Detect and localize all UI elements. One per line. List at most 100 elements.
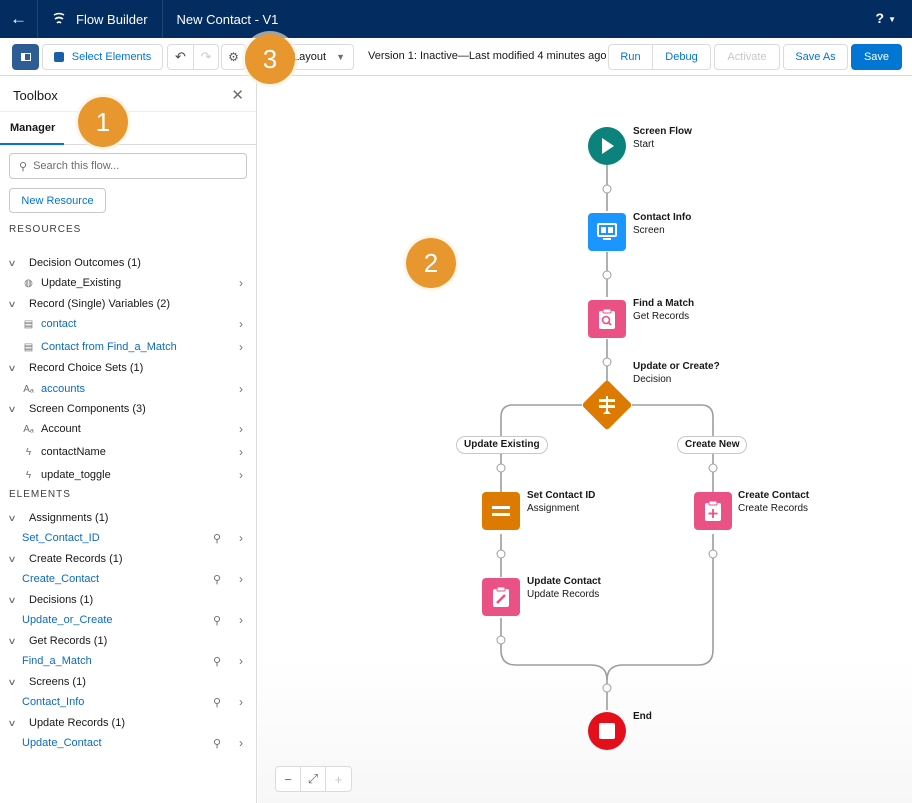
flow-canvas[interactable]: Screen Flow Start Contact Info Screen Find… bbox=[258, 77, 912, 803]
chevron-right-icon[interactable]: › bbox=[239, 382, 243, 396]
resource-label: update_toggle bbox=[41, 469, 111, 481]
resource-item[interactable]: Aₐ accounts › bbox=[0, 379, 256, 399]
zoom-in-button[interactable]: + bbox=[326, 767, 351, 791]
chevron-right-icon[interactable]: › bbox=[239, 531, 243, 545]
group-label: Create Records (1) bbox=[29, 553, 123, 565]
update-records-node[interactable] bbox=[482, 578, 520, 616]
chevron-right-icon[interactable]: › bbox=[239, 445, 243, 459]
settings-button[interactable]: ⚙ bbox=[221, 44, 246, 70]
element-item[interactable]: Contact_Info ⚲ › bbox=[0, 692, 256, 712]
chevron-down-icon[interactable]: ∨ bbox=[7, 636, 32, 647]
resource-group[interactable]: ∨ Decision Outcomes (1) bbox=[0, 253, 256, 273]
chevron-down-icon[interactable]: ∨ bbox=[7, 404, 32, 415]
chevron-down-icon[interactable]: ∨ bbox=[7, 718, 32, 729]
help-menu[interactable]: ? ▼ bbox=[876, 10, 896, 26]
screen-node[interactable] bbox=[588, 213, 626, 251]
annotation-badge-3: 3 bbox=[245, 34, 295, 84]
search-icon[interactable]: ⚲ bbox=[213, 737, 221, 750]
element-group[interactable]: ∨ Update Records (1) bbox=[0, 713, 256, 733]
chevron-down-icon[interactable]: ∨ bbox=[7, 299, 32, 310]
update-records-icon bbox=[493, 586, 509, 607]
chevron-right-icon[interactable]: › bbox=[239, 736, 243, 750]
element-group[interactable]: ∨ Create Records (1) bbox=[0, 549, 256, 569]
search-icon[interactable]: ⚲ bbox=[213, 696, 221, 709]
create-records-node[interactable] bbox=[694, 492, 732, 530]
fit-view-button[interactable]: ⤢ bbox=[301, 767, 326, 791]
resource-group[interactable]: ∨ Record (Single) Variables (2) bbox=[0, 294, 256, 314]
run-button[interactable]: Run bbox=[608, 44, 653, 70]
record-icon: ▤ bbox=[23, 341, 34, 353]
search-icon[interactable]: ⚲ bbox=[213, 573, 221, 586]
chevron-down-icon[interactable]: ∨ bbox=[7, 677, 32, 688]
chevron-right-icon[interactable]: › bbox=[239, 695, 243, 709]
debug-button[interactable]: Debug bbox=[652, 44, 711, 70]
redo-button[interactable]: ↷ bbox=[193, 44, 219, 70]
resource-item[interactable]: Aₐ Account › bbox=[0, 419, 256, 439]
assignment-icon bbox=[492, 506, 510, 516]
element-group[interactable]: ∨ Assignments (1) bbox=[0, 508, 256, 528]
resource-group[interactable]: ∨ Screen Components (3) bbox=[0, 399, 256, 419]
back-button[interactable]: ← bbox=[0, 0, 38, 38]
element-item[interactable]: Set_Contact_ID ⚲ › bbox=[0, 528, 256, 548]
chevron-down-icon[interactable]: ∨ bbox=[7, 595, 32, 606]
panel-icon bbox=[20, 53, 31, 61]
element-group[interactable]: ∨ Get Records (1) bbox=[0, 631, 256, 651]
outcome-create-new[interactable]: Create New bbox=[677, 436, 748, 454]
new-resource-button[interactable]: New Resource bbox=[9, 188, 106, 213]
end-node[interactable] bbox=[588, 712, 626, 750]
resource-item[interactable]: ▤ contact › bbox=[0, 314, 256, 334]
connector-dot bbox=[602, 270, 612, 280]
element-item[interactable]: Update_or_Create ⚲ › bbox=[0, 610, 256, 630]
element-item[interactable]: Update_Contact ⚲ › bbox=[0, 733, 256, 753]
element-item[interactable]: Find_a_Match ⚲ › bbox=[0, 651, 256, 671]
chevron-down-icon[interactable]: ∨ bbox=[7, 554, 32, 565]
element-group[interactable]: ∨ Screens (1) bbox=[0, 672, 256, 692]
save-as-button[interactable]: Save As bbox=[783, 44, 848, 70]
toolbox-header: Toolbox ✕ bbox=[0, 77, 256, 112]
chevron-down-icon[interactable]: ∨ bbox=[7, 258, 32, 269]
undo-button[interactable]: ↶ bbox=[167, 44, 194, 70]
resource-label: Update_Existing bbox=[41, 277, 122, 289]
search-icon[interactable]: ⚲ bbox=[213, 532, 221, 545]
record-icon: ▤ bbox=[23, 318, 34, 330]
toggle-toolbox-button[interactable] bbox=[12, 44, 39, 70]
resource-item[interactable]: ◍ Update_Existing › bbox=[0, 273, 256, 293]
chevron-right-icon[interactable]: › bbox=[239, 422, 243, 436]
screen-label: Contact Info Screen bbox=[633, 212, 692, 236]
resource-item[interactable]: ϟ contactName › bbox=[0, 442, 256, 462]
chevron-down-icon[interactable]: ∨ bbox=[7, 513, 32, 524]
search-input[interactable]: ⚲ Search this flow... bbox=[9, 153, 247, 179]
resource-item[interactable]: ▤ Contact from Find_a_Match › bbox=[0, 337, 256, 357]
zoom-out-button[interactable]: − bbox=[276, 767, 301, 791]
search-icon[interactable]: ⚲ bbox=[213, 655, 221, 668]
chevron-right-icon[interactable]: › bbox=[239, 468, 243, 482]
outcome-update-existing[interactable]: Update Existing bbox=[456, 436, 548, 454]
save-button[interactable]: Save bbox=[851, 44, 902, 70]
chevron-right-icon[interactable]: › bbox=[239, 317, 243, 331]
chevron-right-icon[interactable]: › bbox=[239, 654, 243, 668]
get-records-node[interactable] bbox=[588, 300, 626, 338]
close-icon[interactable]: ✕ bbox=[231, 86, 244, 104]
tab-manager[interactable]: Manager bbox=[0, 112, 64, 145]
layout-label: Layout bbox=[293, 51, 327, 63]
element-group[interactable]: ∨ Decisions (1) bbox=[0, 590, 256, 610]
chevron-right-icon[interactable]: › bbox=[239, 340, 243, 354]
start-node[interactable] bbox=[588, 127, 626, 165]
chevron-down-icon[interactable]: ∨ bbox=[7, 363, 32, 374]
element-item[interactable]: Create_Contact ⚲ › bbox=[0, 569, 256, 589]
resource-item[interactable]: ϟ update_toggle › bbox=[0, 465, 256, 485]
group-label: Screen Components (3) bbox=[29, 403, 146, 415]
search-icon[interactable]: ⚲ bbox=[213, 614, 221, 627]
toolbox-panel: Toolbox ✕ Manager ⚲ Search this flow... … bbox=[0, 77, 257, 803]
chevron-right-icon[interactable]: › bbox=[239, 276, 243, 290]
chevron-right-icon[interactable]: › bbox=[239, 613, 243, 627]
assignment-node[interactable] bbox=[482, 492, 520, 530]
select-elements-button[interactable]: Select Elements bbox=[42, 44, 163, 70]
chevron-right-icon[interactable]: › bbox=[239, 572, 243, 586]
select-icon bbox=[53, 52, 64, 62]
connector-dot bbox=[496, 635, 506, 645]
activate-button[interactable]: Activate bbox=[714, 44, 780, 70]
toolbox-tabs: Manager bbox=[0, 112, 256, 145]
resource-group[interactable]: ∨ Record Choice Sets (1) bbox=[0, 358, 256, 378]
elements-heading: ELEMENTS bbox=[9, 489, 71, 500]
